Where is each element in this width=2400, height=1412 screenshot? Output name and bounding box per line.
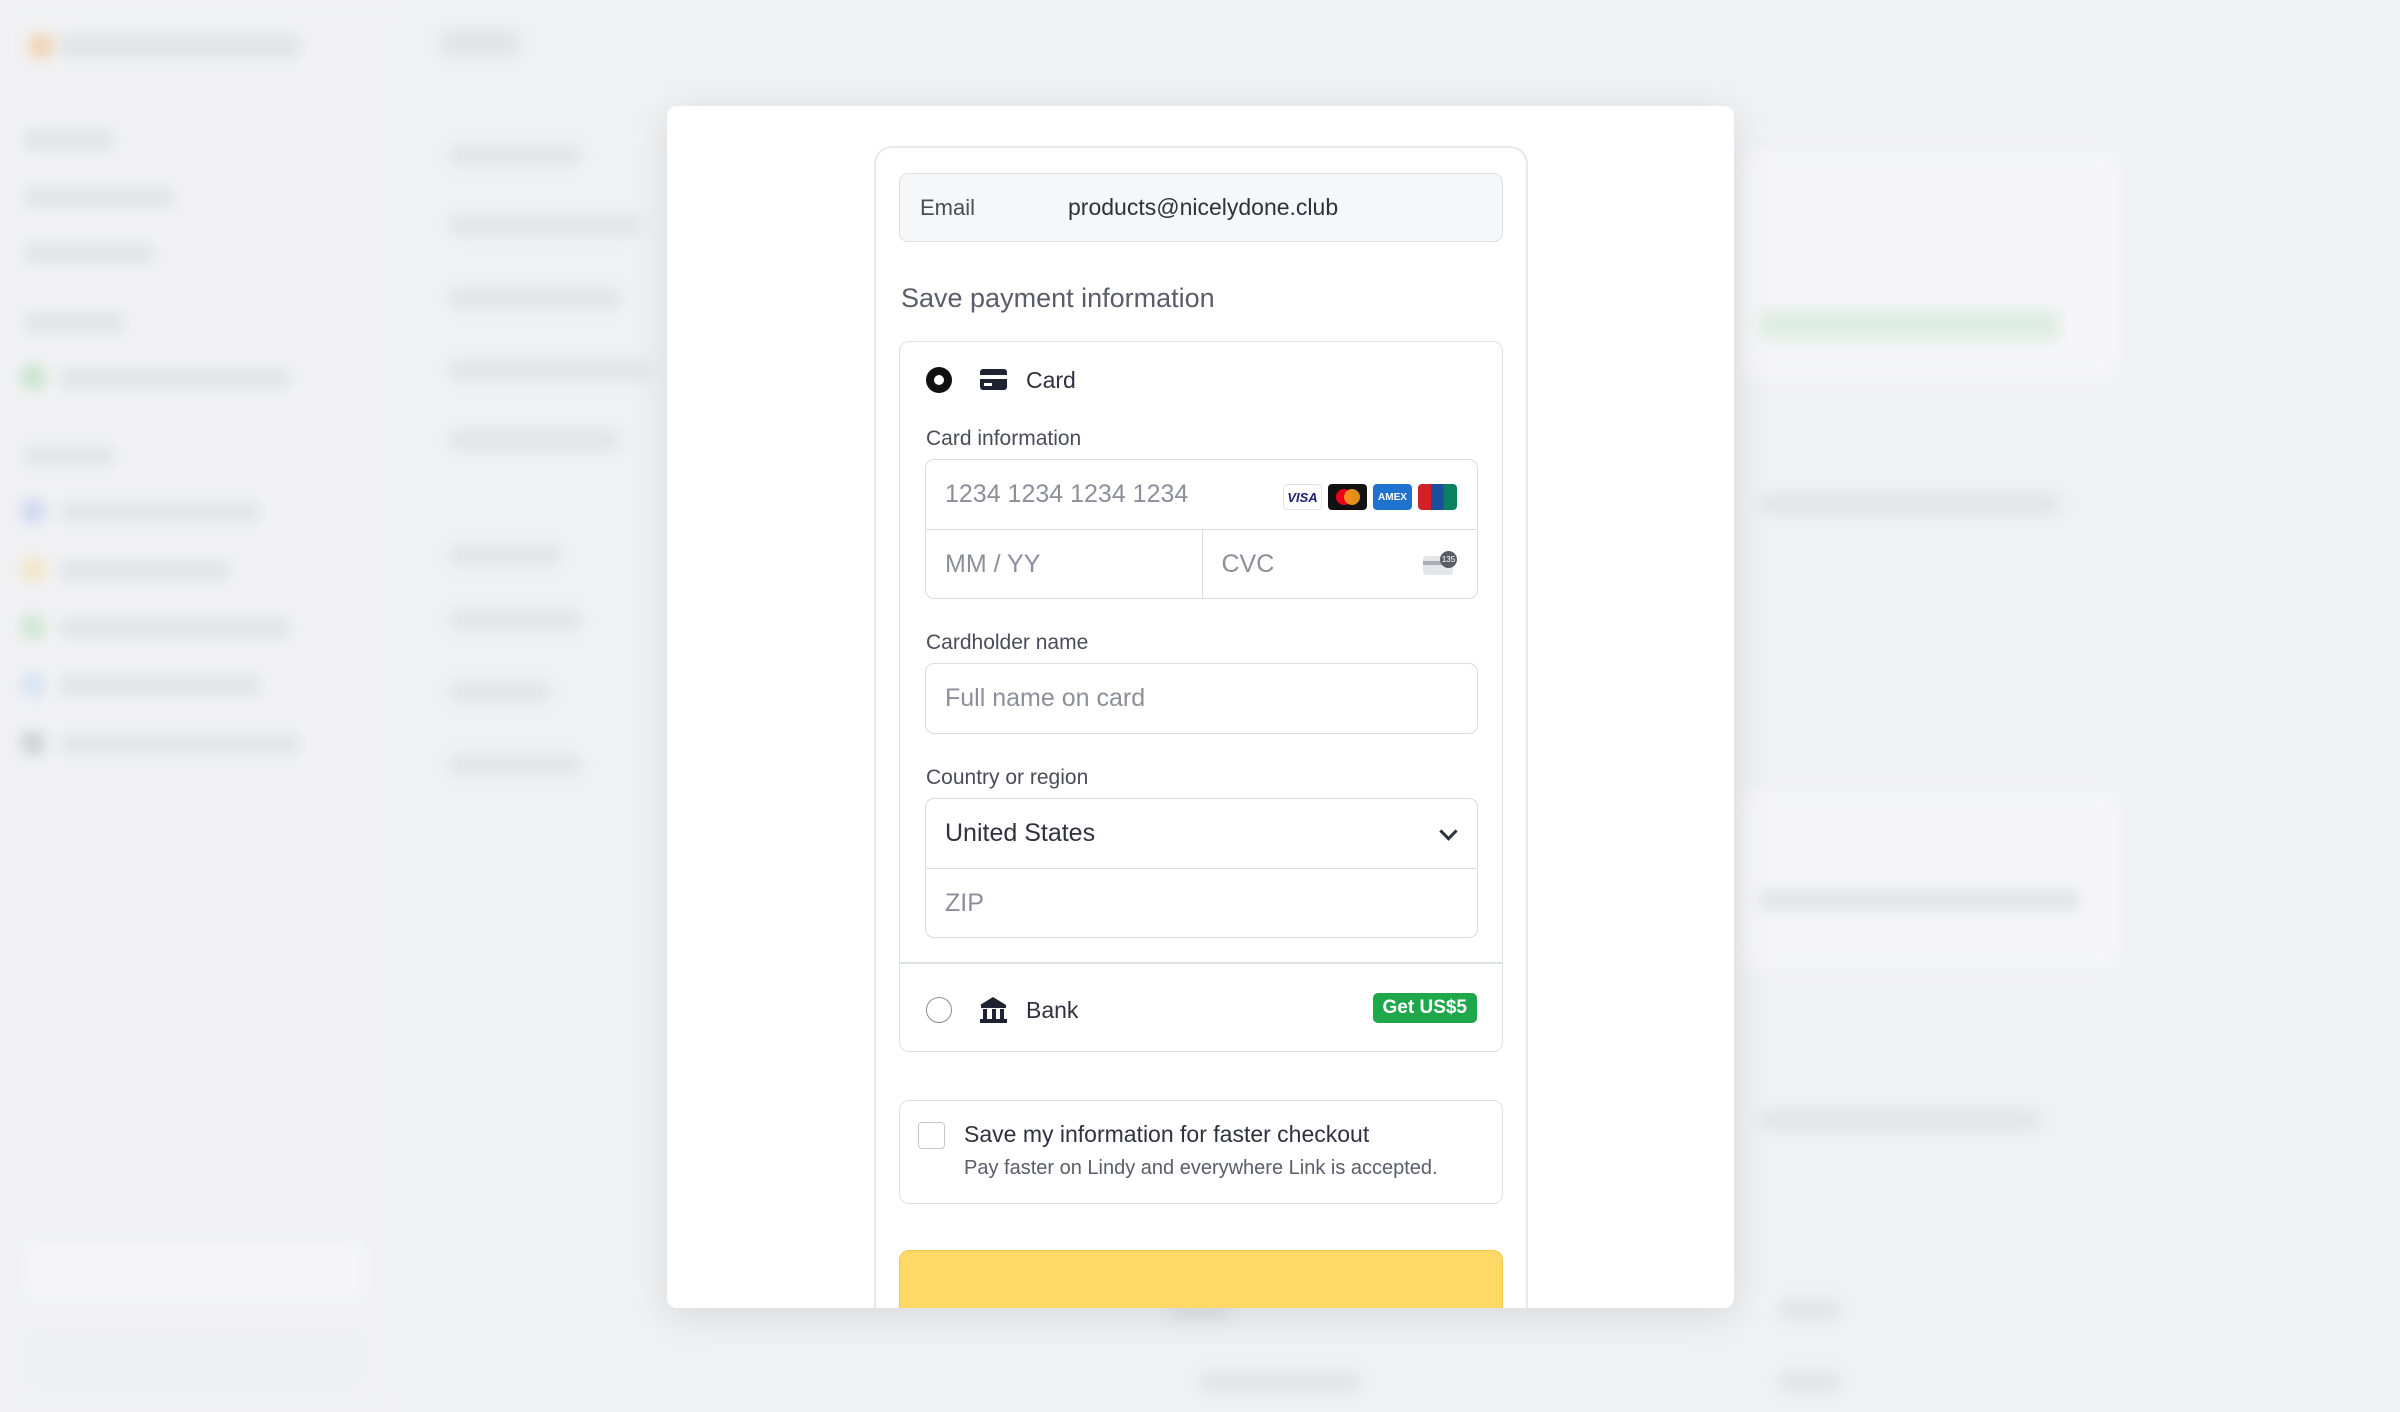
card-brands: VISA AMEX — [1283, 484, 1457, 510]
save-info-checkbox[interactable] — [918, 1122, 945, 1149]
payment-method-selector: Card Card information 1234 1234 1234 123… — [899, 341, 1503, 1052]
email-label: Email — [920, 194, 976, 220]
payment-modal: Email products@nicelydone.club Save paym… — [667, 106, 1734, 1308]
bank-method-label[interactable]: Bank — [1026, 997, 1078, 1024]
payment-form: Email products@nicelydone.club Save paym… — [874, 146, 1528, 1308]
expiry-placeholder: MM / YY — [945, 549, 1041, 578]
country-value: United States — [945, 819, 1096, 847]
address-group: United States ZIP — [925, 798, 1478, 938]
method-divider — [900, 962, 1502, 964]
expiry-cvc-row: MM / YY CVC 135 — [926, 529, 1477, 598]
card-number-placeholder: 1234 1234 1234 1234 — [945, 480, 1189, 508]
country-select[interactable]: United States — [926, 799, 1477, 868]
save-info-option[interactable]: Save my information for faster checkout … — [899, 1100, 1503, 1204]
submit-button[interactable] — [899, 1250, 1503, 1308]
section-title: Save payment information — [901, 283, 1215, 313]
chevron-down-icon — [1439, 822, 1458, 841]
cardholder-label: Cardholder name — [926, 631, 1089, 654]
visa-icon: VISA — [1283, 484, 1322, 510]
cardholder-placeholder: Full name on card — [945, 684, 1146, 712]
cvc-icon: 135 — [1423, 551, 1457, 575]
bank-radio[interactable] — [926, 997, 952, 1023]
card-icon — [980, 369, 1007, 390]
save-info-title: Save my information for faster checkout — [964, 1121, 1370, 1147]
email-field[interactable]: Email products@nicelydone.club — [899, 173, 1503, 242]
expiry-input[interactable]: MM / YY — [926, 530, 1202, 598]
save-info-subtitle: Pay faster on Lindy and everywhere Link … — [964, 1157, 1438, 1179]
cvc-placeholder: CVC — [1221, 549, 1275, 578]
bank-icon — [980, 997, 1007, 1023]
cvc-badge: 135 — [1440, 551, 1457, 568]
email-value: products@nicelydone.club — [1068, 194, 1339, 220]
zip-input[interactable]: ZIP — [926, 868, 1477, 937]
unionpay-icon — [1418, 484, 1457, 510]
cardholder-group: Full name on card — [925, 663, 1478, 734]
card-radio[interactable] — [926, 367, 952, 393]
card-method-label[interactable]: Card — [1026, 367, 1076, 394]
cardholder-name-input[interactable]: Full name on card — [926, 664, 1477, 733]
cvc-input[interactable]: CVC 135 — [1201, 530, 1478, 598]
amex-icon: AMEX — [1373, 484, 1412, 510]
bank-promo-badge: Get US$5 — [1372, 993, 1477, 1023]
country-label: Country or region — [926, 766, 1089, 789]
mastercard-icon — [1328, 484, 1367, 510]
card-number-input[interactable]: 1234 1234 1234 1234 VISA AMEX — [926, 460, 1477, 529]
card-information-group: 1234 1234 1234 1234 VISA AMEX MM / YY CV… — [925, 459, 1478, 599]
zip-placeholder: ZIP — [945, 888, 984, 917]
card-information-label: Card information — [926, 427, 1082, 450]
